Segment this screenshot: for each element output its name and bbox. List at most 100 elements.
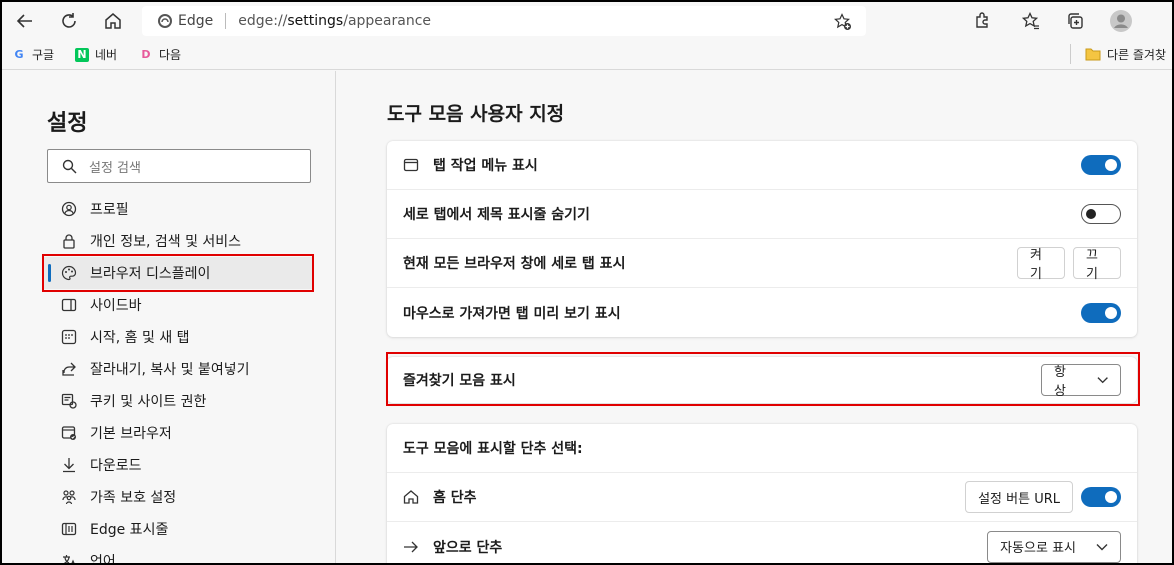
nav-label: 잘라내기, 복사 및 붙여넣기 (90, 362, 250, 378)
row-forward-button: 앞으로 단추 자동으로 표시 (387, 522, 1137, 563)
back-arrow-icon (16, 14, 32, 28)
nav-label: Edge 표시줄 (90, 522, 169, 538)
address-url: edge://settings/appearance (238, 13, 431, 29)
bookmark-daum[interactable]: D 다음 (139, 46, 181, 63)
url-main: settings (287, 13, 344, 29)
address-bar[interactable]: Edge edge://settings/appearance (142, 6, 866, 36)
toolbar-buttons-card: 도구 모음에 표시할 단추 선택: 홈 단추 설정 버튼 URL 앞으로 단추 (387, 424, 1137, 563)
back-button[interactable] (10, 7, 40, 35)
extensions-icon (976, 12, 988, 28)
cookie-icon (60, 392, 78, 410)
forward-button-select[interactable]: 자동으로 표시 (987, 530, 1121, 563)
collections-icon (1068, 13, 1083, 29)
vertical-tabs-on-button[interactable]: 켜기 (1017, 247, 1065, 282)
favorites-star-icon (1022, 12, 1039, 30)
settings-sidebar: 설정 설정 검색 프로필 개인 정보, 검색 및 서비스 브라우저 디스플레이 … (2, 71, 336, 565)
forward-button-value: 자동으로 표시 (1000, 541, 1076, 556)
row-buttons-heading: 도구 모음에 표시할 단추 선택: (387, 424, 1137, 473)
nav-label: 언어 (90, 554, 116, 565)
row-controls (1081, 190, 1121, 238)
home-icon (403, 490, 419, 504)
start-icon (60, 328, 78, 346)
nav-label: 가족 보호 설정 (90, 490, 177, 506)
home-button-toggle[interactable] (1081, 487, 1121, 507)
nav-item-start-home[interactable]: 시작, 홈 및 새 탭 (44, 321, 314, 353)
nav-label: 사이드바 (90, 298, 142, 314)
settings-search-input[interactable]: 설정 검색 (47, 149, 311, 183)
nav-item-share[interactable]: 잘라내기, 복사 및 붙여넣기 (44, 353, 314, 385)
nav-item-privacy[interactable]: 개인 정보, 검색 및 서비스 (44, 225, 314, 257)
url-prefix: edge:// (238, 13, 288, 29)
home-button[interactable] (98, 7, 128, 35)
row-controls: 켜기 끄기 (1017, 239, 1121, 287)
home-icon (105, 13, 121, 29)
favorites-bar-label: 즐겨찾기 모음 표시 (403, 373, 516, 389)
other-favorites-label: 다른 즐겨찾 (1107, 47, 1167, 62)
lock-icon (60, 232, 78, 250)
address-brand: Edge (178, 13, 214, 29)
naver-icon: N (75, 47, 89, 62)
nav-item-family[interactable]: 가족 보호 설정 (44, 481, 314, 513)
google-icon: G (14, 48, 24, 61)
row-label: 홈 단추 (403, 487, 477, 507)
set-home-url-button[interactable]: 설정 버튼 URL (965, 481, 1073, 513)
nav-item-language[interactable]: 언어 (44, 545, 314, 565)
row-controls: 자동으로 표시 (987, 522, 1121, 563)
nav-label: 기본 브라우저 (90, 426, 172, 442)
other-favorites[interactable]: 다른 즐겨찾 (1070, 44, 1166, 64)
bookmark-naver[interactable]: N 네버 (75, 46, 117, 63)
sidebar-icon (60, 296, 78, 314)
collections-button[interactable] (1060, 7, 1090, 35)
row-tab-actions-menu: 탭 작업 메뉴 표시 (387, 141, 1137, 190)
section-title: 도구 모음 사용자 지정 (387, 103, 565, 125)
tab-preview-label: 마우스로 가져가면 탭 미리 보기 표시 (403, 305, 621, 322)
row-favorites-bar: 즐겨찾기 모음 표시 항상 (387, 357, 1137, 403)
vertical-tabs-off-button[interactable]: 끄기 (1073, 247, 1121, 282)
browser-icon (60, 424, 78, 442)
forward-arrow-icon (404, 541, 418, 552)
forward-button-label: 앞으로 단추 (433, 539, 503, 556)
buttons-heading: 도구 모음에 표시할 단추 선택: (403, 441, 583, 457)
search-icon (62, 159, 77, 173)
favorites-bar: G 구글 N 네버 D 다음 다른 즐겨찾 (2, 40, 1172, 70)
row-home-button: 홈 단추 설정 버튼 URL (387, 473, 1137, 522)
nav-label: 브라우저 디스플레이 (90, 266, 211, 282)
bookmark-google[interactable]: G 구글 (12, 46, 54, 63)
home-button-label: 홈 단추 (433, 490, 477, 506)
refresh-button[interactable] (54, 7, 84, 35)
tab-actions-label: 탭 작업 메뉴 표시 (433, 158, 538, 174)
settings-nav: 프로필 개인 정보, 검색 및 서비스 브라우저 디스플레이 사이드바 시작, … (44, 193, 314, 565)
family-icon (60, 488, 78, 506)
favorites-button[interactable] (1016, 7, 1046, 35)
nav-label: 다운로드 (90, 458, 142, 474)
row-controls: 항상 (1041, 357, 1121, 403)
row-controls (1081, 288, 1121, 337)
nav-item-cookies[interactable]: 쿠키 및 사이트 권한 (44, 385, 314, 417)
download-icon (60, 456, 78, 474)
favorites-bar-select[interactable]: 항상 (1041, 364, 1121, 399)
profile-button[interactable] (1106, 7, 1136, 35)
nav-item-profile[interactable]: 프로필 (44, 193, 314, 225)
edge-bar-icon (60, 520, 78, 538)
bookmark-label: 다음 (159, 48, 182, 62)
address-separator (225, 13, 227, 29)
profile-icon (60, 200, 78, 218)
nav-label: 시작, 홈 및 새 탭 (90, 330, 190, 346)
nav-item-appearance[interactable]: 브라우저 디스플레이 (44, 257, 314, 289)
tab-actions-toggle[interactable] (1081, 155, 1121, 175)
tab-settings-card: 탭 작업 메뉴 표시 세로 탭에서 제목 표시줄 숨기기 현재 모든 브라우저 … (387, 141, 1137, 337)
add-favorite-icon[interactable] (834, 13, 852, 31)
extensions-button[interactable] (967, 7, 997, 35)
nav-item-downloads[interactable]: 다운로드 (44, 449, 314, 481)
nav-item-default-browser[interactable]: 기본 브라우저 (44, 417, 314, 449)
row-controls: 설정 버튼 URL (965, 473, 1121, 521)
settings-title: 설정 (47, 111, 88, 136)
row-label: 탭 작업 메뉴 표시 (403, 155, 538, 175)
hide-title-bar-toggle[interactable] (1081, 204, 1121, 224)
nav-item-edge-bar[interactable]: Edge 표시줄 (44, 513, 314, 545)
folder-icon (1085, 48, 1101, 61)
tab-preview-toggle[interactable] (1081, 302, 1121, 323)
edge-logo-icon (158, 14, 172, 28)
nav-item-sidebar[interactable]: 사이드바 (44, 289, 314, 321)
nav-label: 쿠키 및 사이트 권한 (90, 394, 207, 410)
